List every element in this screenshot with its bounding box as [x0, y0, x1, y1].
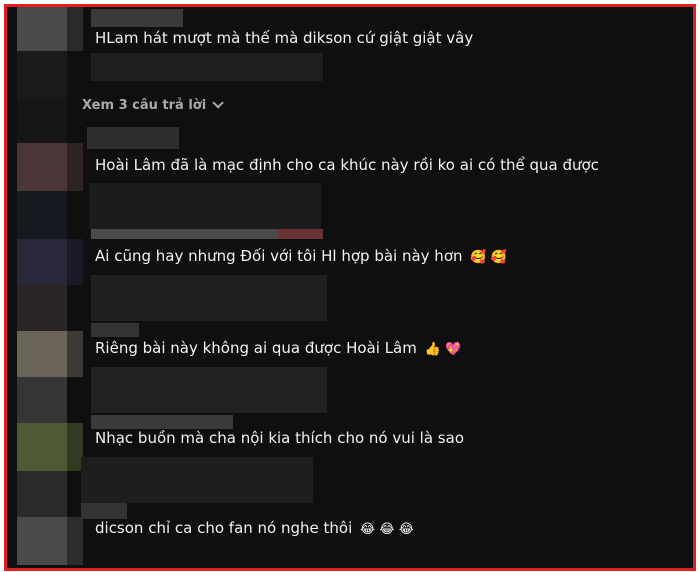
action-bar[interactable] [89, 183, 321, 229]
avatar [67, 239, 83, 285]
view-replies-button[interactable]: Xem 3 câu trả lời [82, 97, 224, 113]
avatar [17, 51, 67, 99]
action-bar[interactable] [91, 367, 327, 413]
username[interactable] [91, 415, 233, 429]
action-bar[interactable] [81, 457, 313, 503]
avatar [67, 517, 83, 565]
comment-text: Ai cũng hay nhưng Đối với tôi Hl hợp bài… [95, 247, 507, 265]
avatar [17, 285, 67, 331]
avatar [67, 143, 83, 191]
comment-body: Ai cũng hay nhưng Đối với tôi Hl hợp bài… [95, 247, 463, 265]
laughing-face-icon: 😂 😂 😂 [360, 522, 414, 537]
avatar [17, 191, 67, 239]
view-replies-label: Xem 3 câu trả lời [82, 98, 207, 113]
avatar[interactable] [17, 239, 67, 285]
username[interactable] [91, 9, 183, 27]
action-bar[interactable] [91, 275, 327, 321]
comment-text: dicson chỉ ca cho fan nó nghe thôi 😂 😂 😂 [95, 519, 414, 537]
username[interactable] [81, 503, 127, 519]
avatar[interactable] [17, 331, 67, 377]
comment-body: Hoài Lâm đã là mạc định cho ca khúc này … [95, 156, 599, 174]
avatar [17, 377, 67, 423]
avatar [67, 331, 83, 377]
avatar[interactable] [17, 517, 67, 565]
like-count [277, 229, 323, 239]
avatar [17, 471, 67, 517]
avatar[interactable] [17, 423, 67, 471]
comment-body: Riêng bài này không ai qua được Hoài Lâm [95, 339, 417, 357]
avatar [67, 7, 83, 51]
comment-body: HLam hát mượt mà thế mà dikson cứ giật g… [95, 29, 474, 47]
username[interactable] [91, 323, 139, 337]
comment-text: Hoài Lâm đã là mạc định cho ca khúc này … [95, 156, 599, 174]
avatar[interactable] [17, 7, 67, 51]
thumbs-up-heart-icon: 👍 💖 [424, 342, 462, 357]
comment-text: HLam hát mượt mà thế mà dikson cứ giật g… [95, 29, 473, 47]
comment-text: Riêng bài này không ai qua được Hoài Lâm… [95, 339, 461, 357]
comment-body: Nhạc buồn mà cha nội kia thích cho nó vu… [95, 429, 464, 447]
username[interactable] [87, 127, 179, 149]
action-bar[interactable] [91, 53, 323, 81]
smiling-face-hearts-icon: 🥰 🥰 [470, 250, 507, 265]
chevron-down-icon [212, 97, 224, 109]
like-count [91, 229, 277, 239]
avatar [17, 99, 67, 143]
comment-body: dicson chỉ ca cho fan nó nghe thôi [95, 519, 353, 537]
comment-section: HLam hát mượt mà thế mà dikson cứ giật g… [4, 4, 696, 571]
avatar[interactable] [17, 143, 67, 191]
comment-text: Nhạc buồn mà cha nội kia thích cho nó vu… [95, 429, 464, 447]
